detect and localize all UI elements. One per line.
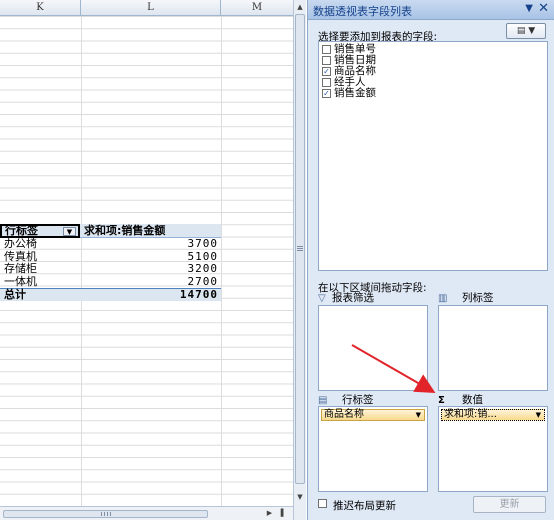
pivot-row-value: 2700: [187, 274, 218, 288]
grip-icon: [297, 246, 303, 252]
value-header[interactable]: 求和项:销售金额: [84, 224, 165, 238]
pivot-row[interactable]: 存储柜 3200: [0, 262, 221, 276]
pivot-row-value: 3200: [187, 262, 218, 275]
field-checkbox[interactable]: [322, 56, 331, 65]
split-box-icon[interactable]: ▌: [279, 509, 288, 518]
layout-view-button[interactable]: ▤ ▼: [506, 23, 546, 39]
row-labels-label: ▤ 行标签: [318, 394, 374, 406]
update-button[interactable]: 更新: [473, 496, 546, 513]
row-labels-area[interactable]: 商品名称 ▼: [318, 406, 428, 492]
report-filter-area[interactable]: [318, 305, 428, 391]
horizontal-scrollbar[interactable]: ▶ ▌: [0, 506, 293, 520]
defer-update-checkbox[interactable]: [318, 499, 327, 508]
columns-icon: ▥: [438, 293, 448, 304]
row-label-header-cell[interactable]: 行标签 ▼: [0, 224, 80, 238]
values-label: Σ 数值: [438, 394, 483, 406]
filter-icon: ▽: [318, 293, 326, 304]
field-list-box: 销售单号 销售日期 ✓ 商品名称 经手人 ✓ 销售金额: [318, 41, 548, 271]
field-item[interactable]: ✓ 销售金额: [322, 88, 376, 99]
column-labels-label: ▥ 列标签: [438, 292, 494, 304]
pivot-row[interactable]: 办公椅 3700: [0, 237, 221, 251]
pivot-row-label: 存储柜: [4, 262, 37, 275]
pane-title-bar[interactable]: 数据透视表字段列表 ▼ ✕: [308, 0, 554, 20]
report-filter-text: 报表筛选: [332, 292, 374, 304]
pivot-row-label: 一体机: [4, 274, 37, 288]
pivot-header-row: 行标签 ▼ 求和项:销售金额: [0, 224, 221, 238]
values-area[interactable]: 求和项:销... ▼: [438, 406, 548, 492]
close-icon[interactable]: ✕: [538, 1, 549, 16]
field-checkbox[interactable]: ✓: [322, 89, 331, 98]
field-checkbox[interactable]: ✓: [322, 67, 331, 76]
pane-title: 数据透视表字段列表: [313, 5, 412, 18]
values-field-chip-label: 求和项:销...: [444, 409, 497, 420]
defer-update-label: 推迟布局更新: [333, 500, 396, 512]
row-field-chip[interactable]: 商品名称 ▼: [321, 409, 425, 421]
column-labels-area[interactable]: [438, 305, 548, 391]
vertical-scrollbar[interactable]: ▲ ▼: [293, 0, 306, 520]
column-header-l[interactable]: L: [81, 0, 221, 16]
field-label: 销售金额: [334, 87, 376, 99]
pivot-row[interactable]: 一体机 2700: [0, 274, 221, 289]
column-divider: [221, 16, 222, 506]
row-labels-text: 行标签: [342, 394, 374, 406]
vertical-scroll-thumb[interactable]: [295, 14, 305, 484]
chevron-down-icon[interactable]: ▼: [416, 410, 421, 420]
spreadsheet[interactable]: K L M 行标签 ▼ 求和项:销售金额 办公椅 3700 传真机 5100 存…: [0, 0, 293, 520]
pivot-field-list-pane: 数据透视表字段列表 ▼ ✕ 选择要添加到报表的字段: ▤ ▼ 销售单号 销售日期…: [307, 0, 554, 520]
scroll-down-icon[interactable]: ▼: [295, 492, 305, 502]
report-filter-label: ▽ 报表筛选: [318, 292, 374, 304]
values-text: 数值: [462, 394, 483, 406]
column-labels-text: 列标签: [462, 292, 494, 304]
grip-icon: [100, 512, 111, 516]
row-label-header: 行标签: [5, 224, 38, 237]
pivot-row-label: 办公椅: [4, 237, 37, 250]
row-field-chip-label: 商品名称: [324, 409, 364, 420]
scroll-up-icon[interactable]: ▲: [295, 2, 305, 12]
pivot-total-row[interactable]: 总计 14700: [0, 288, 221, 301]
pane-options-icon[interactable]: ▼: [525, 3, 533, 14]
total-value: 14700: [179, 288, 218, 301]
defer-layout-update[interactable]: 推迟布局更新: [318, 498, 396, 513]
chevron-down-icon[interactable]: ▼: [536, 410, 541, 420]
horizontal-scroll-thumb[interactable]: [3, 510, 208, 518]
column-header-bar: K L M: [0, 0, 293, 16]
scroll-right-icon[interactable]: ▶: [265, 509, 274, 518]
values-field-chip[interactable]: 求和项:销... ▼: [441, 409, 545, 421]
field-checkbox[interactable]: [322, 78, 331, 87]
column-header-k[interactable]: K: [0, 0, 81, 16]
pivot-row-value: 3700: [187, 237, 218, 250]
total-label: 总计: [4, 288, 26, 301]
field-layout-icon: ▤: [516, 26, 526, 36]
row-filter-dropdown-button[interactable]: ▼: [63, 227, 76, 236]
column-header-m[interactable]: M: [221, 0, 293, 16]
pivot-table: 行标签 ▼ 求和项:销售金额 办公椅 3700 传真机 5100 存储柜 320…: [0, 224, 221, 301]
field-checkbox[interactable]: [322, 45, 331, 54]
